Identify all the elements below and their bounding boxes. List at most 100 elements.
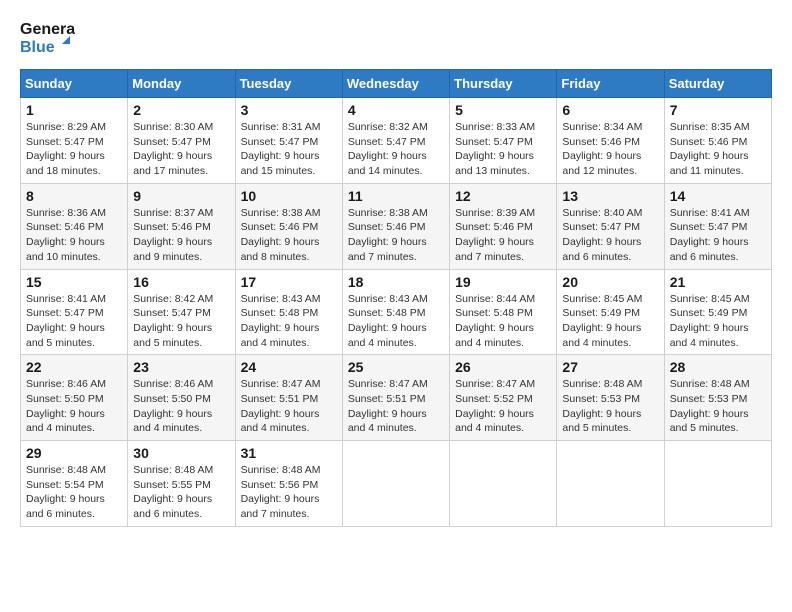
- day-number: 3: [241, 102, 337, 118]
- day-number: 20: [562, 274, 658, 290]
- calendar-day-cell: 23 Sunrise: 8:46 AM Sunset: 5:50 PM Dayli…: [128, 355, 235, 441]
- calendar-day-cell: 22 Sunrise: 8:46 AM Sunset: 5:50 PM Dayli…: [21, 355, 128, 441]
- calendar-day-cell: 19 Sunrise: 8:44 AM Sunset: 5:48 PM Dayli…: [450, 269, 557, 355]
- day-info: Sunrise: 8:44 AM Sunset: 5:48 PM Dayligh…: [455, 292, 551, 351]
- col-header-sunday: Sunday: [21, 70, 128, 98]
- day-number: 18: [348, 274, 444, 290]
- day-info: Sunrise: 8:47 AM Sunset: 5:51 PM Dayligh…: [348, 377, 444, 436]
- calendar-day-cell: 20 Sunrise: 8:45 AM Sunset: 5:49 PM Dayli…: [557, 269, 664, 355]
- calendar-day-cell: 27 Sunrise: 8:48 AM Sunset: 5:53 PM Dayli…: [557, 355, 664, 441]
- day-info: Sunrise: 8:48 AM Sunset: 5:56 PM Dayligh…: [241, 463, 337, 522]
- svg-text:General: General: [20, 21, 75, 38]
- day-info: Sunrise: 8:41 AM Sunset: 5:47 PM Dayligh…: [26, 292, 122, 351]
- day-number: 4: [348, 102, 444, 118]
- calendar-day-cell: 21 Sunrise: 8:45 AM Sunset: 5:49 PM Dayli…: [664, 269, 771, 355]
- day-info: Sunrise: 8:34 AM Sunset: 5:46 PM Dayligh…: [562, 120, 658, 179]
- calendar-day-cell: 16 Sunrise: 8:42 AM Sunset: 5:47 PM Dayli…: [128, 269, 235, 355]
- day-number: 22: [26, 359, 122, 375]
- day-number: 31: [241, 445, 337, 461]
- day-number: 27: [562, 359, 658, 375]
- day-info: Sunrise: 8:38 AM Sunset: 5:46 PM Dayligh…: [348, 206, 444, 265]
- calendar-day-cell: 12 Sunrise: 8:39 AM Sunset: 5:46 PM Dayli…: [450, 183, 557, 269]
- calendar-week-row: 22 Sunrise: 8:46 AM Sunset: 5:50 PM Dayli…: [21, 355, 772, 441]
- calendar-week-row: 1 Sunrise: 8:29 AM Sunset: 5:47 PM Daylig…: [21, 98, 772, 184]
- calendar-day-cell: 6 Sunrise: 8:34 AM Sunset: 5:46 PM Daylig…: [557, 98, 664, 184]
- day-number: 16: [133, 274, 229, 290]
- calendar-day-cell: 7Sunrise: 8:35 AM Sunset: 5:46 PM Daylig…: [664, 98, 771, 184]
- day-number: 24: [241, 359, 337, 375]
- empty-cell: [450, 441, 557, 527]
- day-info: Sunrise: 8:48 AM Sunset: 5:55 PM Dayligh…: [133, 463, 229, 522]
- day-number: 1: [26, 102, 122, 118]
- day-number: 6: [562, 102, 658, 118]
- col-header-tuesday: Tuesday: [235, 70, 342, 98]
- day-number: 12: [455, 188, 551, 204]
- day-number: 30: [133, 445, 229, 461]
- col-header-wednesday: Wednesday: [342, 70, 449, 98]
- day-info: Sunrise: 8:47 AM Sunset: 5:52 PM Dayligh…: [455, 377, 551, 436]
- calendar-day-cell: 11 Sunrise: 8:38 AM Sunset: 5:46 PM Dayli…: [342, 183, 449, 269]
- logo-svg: GeneralBlue: [20, 16, 75, 61]
- day-number: 11: [348, 188, 444, 204]
- day-info: Sunrise: 8:36 AM Sunset: 5:46 PM Dayligh…: [26, 206, 122, 265]
- day-info: Sunrise: 8:43 AM Sunset: 5:48 PM Dayligh…: [348, 292, 444, 351]
- col-header-monday: Monday: [128, 70, 235, 98]
- day-info: Sunrise: 8:48 AM Sunset: 5:53 PM Dayligh…: [562, 377, 658, 436]
- header: GeneralBlue: [20, 16, 772, 61]
- calendar-day-cell: 4Sunrise: 8:32 AM Sunset: 5:47 PM Daylig…: [342, 98, 449, 184]
- calendar-table: SundayMondayTuesdayWednesdayThursdayFrid…: [20, 69, 772, 527]
- calendar-day-cell: 5 Sunrise: 8:33 AM Sunset: 5:47 PM Daylig…: [450, 98, 557, 184]
- calendar-day-cell: 29 Sunrise: 8:48 AM Sunset: 5:54 PM Dayli…: [21, 441, 128, 527]
- calendar-day-cell: 18 Sunrise: 8:43 AM Sunset: 5:48 PM Dayli…: [342, 269, 449, 355]
- col-header-friday: Friday: [557, 70, 664, 98]
- day-info: Sunrise: 8:48 AM Sunset: 5:54 PM Dayligh…: [26, 463, 122, 522]
- calendar-week-row: 15 Sunrise: 8:41 AM Sunset: 5:47 PM Dayli…: [21, 269, 772, 355]
- day-number: 28: [670, 359, 766, 375]
- logo: GeneralBlue: [20, 16, 75, 61]
- day-number: 5: [455, 102, 551, 118]
- day-info: Sunrise: 8:46 AM Sunset: 5:50 PM Dayligh…: [26, 377, 122, 436]
- day-info: Sunrise: 8:45 AM Sunset: 5:49 PM Dayligh…: [670, 292, 766, 351]
- day-number: 2: [133, 102, 229, 118]
- day-number: 13: [562, 188, 658, 204]
- day-info: Sunrise: 8:41 AM Sunset: 5:47 PM Dayligh…: [670, 206, 766, 265]
- calendar-day-cell: 17Sunrise: 8:43 AM Sunset: 5:48 PM Dayli…: [235, 269, 342, 355]
- day-info: Sunrise: 8:47 AM Sunset: 5:51 PM Dayligh…: [241, 377, 337, 436]
- day-number: 17: [241, 274, 337, 290]
- day-number: 19: [455, 274, 551, 290]
- day-info: Sunrise: 8:33 AM Sunset: 5:47 PM Dayligh…: [455, 120, 551, 179]
- day-info: Sunrise: 8:45 AM Sunset: 5:49 PM Dayligh…: [562, 292, 658, 351]
- day-info: Sunrise: 8:29 AM Sunset: 5:47 PM Dayligh…: [26, 120, 122, 179]
- day-number: 21: [670, 274, 766, 290]
- day-info: Sunrise: 8:48 AM Sunset: 5:53 PM Dayligh…: [670, 377, 766, 436]
- day-info: Sunrise: 8:42 AM Sunset: 5:47 PM Dayligh…: [133, 292, 229, 351]
- day-number: 7: [670, 102, 766, 118]
- calendar-week-row: 29 Sunrise: 8:48 AM Sunset: 5:54 PM Dayli…: [21, 441, 772, 527]
- calendar-day-cell: 31 Sunrise: 8:48 AM Sunset: 5:56 PM Dayli…: [235, 441, 342, 527]
- calendar-day-cell: 26 Sunrise: 8:47 AM Sunset: 5:52 PM Dayli…: [450, 355, 557, 441]
- day-number: 14: [670, 188, 766, 204]
- day-number: 15: [26, 274, 122, 290]
- day-info: Sunrise: 8:31 AM Sunset: 5:47 PM Dayligh…: [241, 120, 337, 179]
- svg-text:Blue: Blue: [20, 39, 55, 56]
- calendar-header-row: SundayMondayTuesdayWednesdayThursdayFrid…: [21, 70, 772, 98]
- calendar-day-cell: 1 Sunrise: 8:29 AM Sunset: 5:47 PM Daylig…: [21, 98, 128, 184]
- day-number: 25: [348, 359, 444, 375]
- day-info: Sunrise: 8:37 AM Sunset: 5:46 PM Dayligh…: [133, 206, 229, 265]
- col-header-thursday: Thursday: [450, 70, 557, 98]
- day-number: 26: [455, 359, 551, 375]
- day-info: Sunrise: 8:38 AM Sunset: 5:46 PM Dayligh…: [241, 206, 337, 265]
- calendar-day-cell: 14 Sunrise: 8:41 AM Sunset: 5:47 PM Dayli…: [664, 183, 771, 269]
- day-info: Sunrise: 8:46 AM Sunset: 5:50 PM Dayligh…: [133, 377, 229, 436]
- day-info: Sunrise: 8:30 AM Sunset: 5:47 PM Dayligh…: [133, 120, 229, 179]
- calendar-day-cell: 2 Sunrise: 8:30 AM Sunset: 5:47 PM Daylig…: [128, 98, 235, 184]
- calendar-day-cell: 24 Sunrise: 8:47 AM Sunset: 5:51 PM Dayli…: [235, 355, 342, 441]
- day-info: Sunrise: 8:39 AM Sunset: 5:46 PM Dayligh…: [455, 206, 551, 265]
- empty-cell: [342, 441, 449, 527]
- day-number: 29: [26, 445, 122, 461]
- empty-cell: [664, 441, 771, 527]
- calendar-day-cell: 9Sunrise: 8:37 AM Sunset: 5:46 PM Daylig…: [128, 183, 235, 269]
- calendar-day-cell: 25 Sunrise: 8:47 AM Sunset: 5:51 PM Dayli…: [342, 355, 449, 441]
- calendar-day-cell: 3 Sunrise: 8:31 AM Sunset: 5:47 PM Daylig…: [235, 98, 342, 184]
- day-number: 23: [133, 359, 229, 375]
